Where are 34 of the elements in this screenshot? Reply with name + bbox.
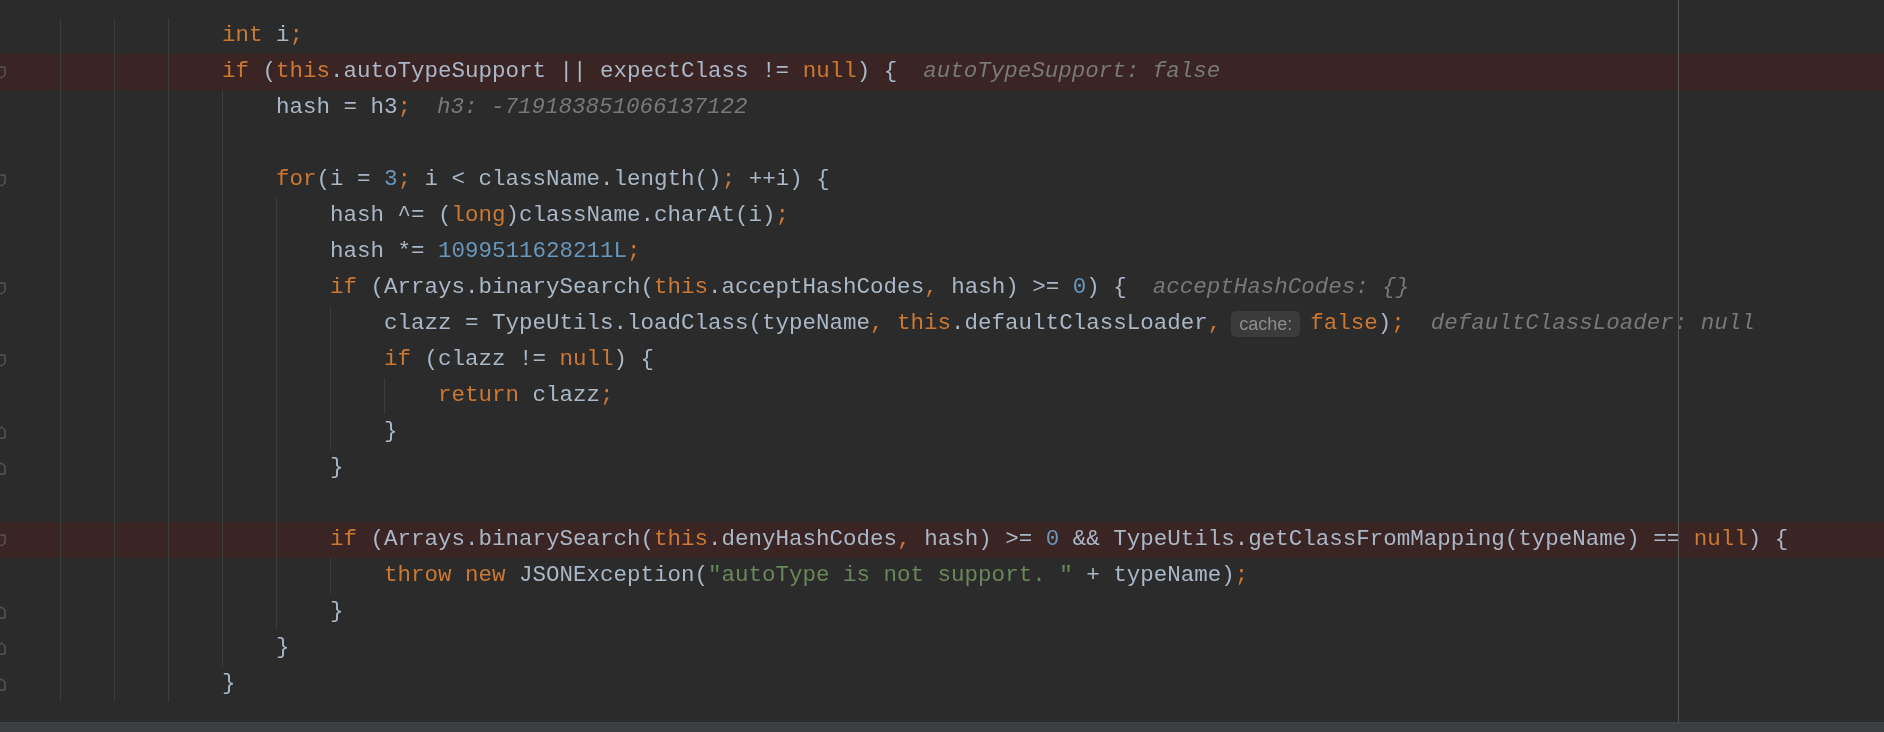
fold-marker-icon[interactable] [0,641,6,655]
horizontal-scrollbar[interactable] [0,722,1884,732]
code-text: int i; [222,21,304,51]
code-text: } [330,453,344,483]
code-text: if (this.autoTypeSupport || expectClass != null) { [222,57,898,87]
code-text: throw new JSONException("autoType is not support. " + typeName); [384,561,1249,591]
code-text: if (Arrays.binarySearch(this.acceptHashCodes, hash) >= 0) { [330,273,1127,303]
parameter-hint: cache: [1231,311,1301,337]
code-text: hash *= 1099511628211L; [330,237,641,267]
fold-marker-icon[interactable] [0,605,6,619]
fold-marker-icon[interactable] [0,677,6,691]
inline-value-hint: acceptHashCodes: {} [1152,273,1410,303]
inline-value-hint: h3: -719183851066137122 [437,93,748,123]
code-text: return clazz; [438,381,614,411]
code-text: if (clazz != null) { [384,345,655,375]
code-text: clazz = TypeUtils.loadClass(typeName, this.defaultClassLoader, [384,309,1222,339]
code-text: } [276,633,290,663]
fold-marker-icon[interactable] [0,281,6,295]
fold-marker-icon[interactable] [0,173,6,187]
code-text: hash ^= (long)className.charAt(i); [330,201,790,231]
fold-marker-icon[interactable] [0,65,6,79]
code-text: } [222,669,236,699]
inline-value-hint: autoTypeSupport: false [923,57,1221,87]
code-text: } [384,417,398,447]
code-text: if (Arrays.binarySearch(this.denyHashCodes, hash) >= 0 && TypeUtils.getClassFromMapping(typeName) == null) { [330,525,1789,555]
code-text: hash = h3; [276,93,412,123]
fold-marker-icon[interactable] [0,461,6,475]
fold-marker-icon[interactable] [0,425,6,439]
fold-marker-icon[interactable] [0,353,6,367]
code-text: } [330,597,344,627]
fold-marker-icon[interactable] [0,533,6,547]
inline-value-hint: defaultClassLoader: null [1430,309,1755,339]
code-text: for(i = 3; i < className.length(); ++i) { [276,165,830,195]
code-text: false); [1310,309,1405,339]
